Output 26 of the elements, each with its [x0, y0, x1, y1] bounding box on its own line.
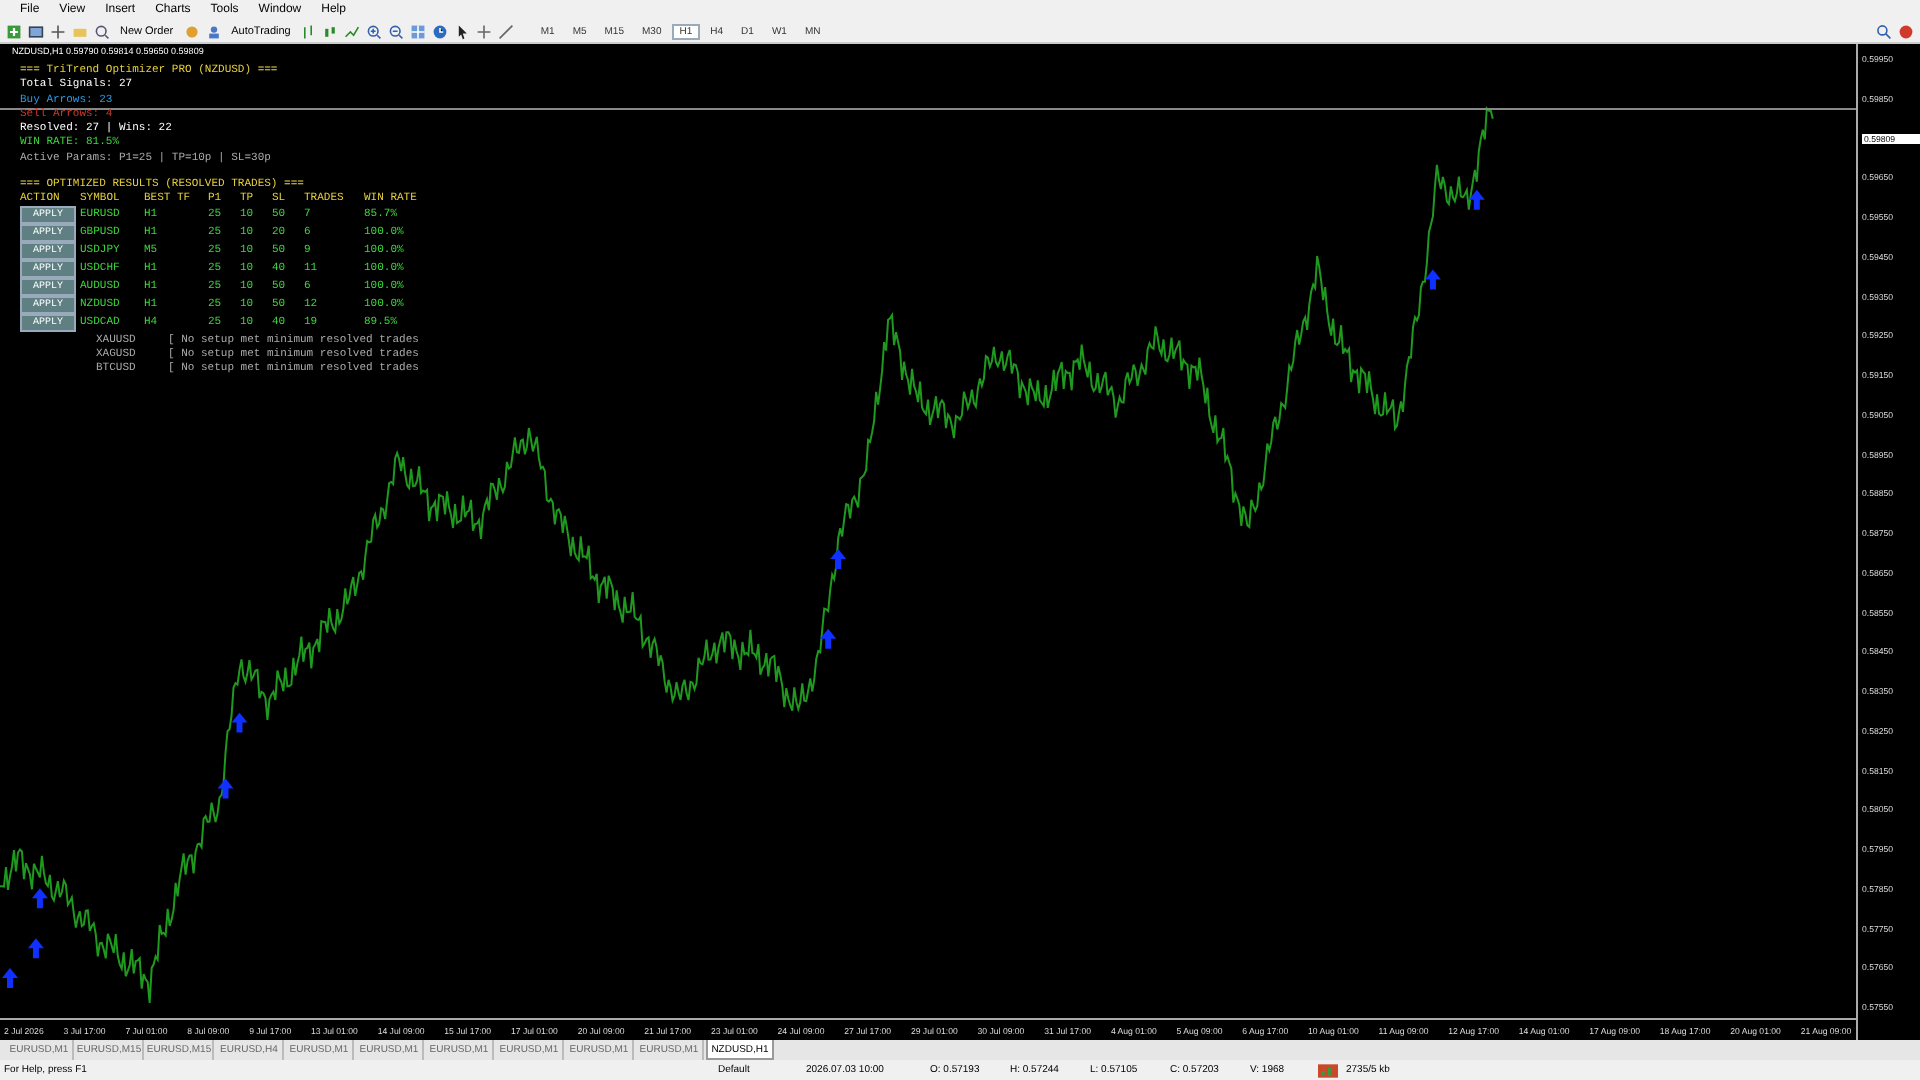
- window-icon[interactable]: [28, 23, 44, 39]
- buy-arrow-icon: [31, 888, 48, 909]
- zoom-icon[interactable]: [94, 23, 110, 39]
- buy-arrow-icon: [2, 968, 18, 989]
- plus-icon[interactable]: [6, 23, 22, 39]
- bar-chart-icon[interactable]: [300, 23, 317, 39]
- buy-arrow-icon: [1424, 269, 1441, 290]
- buy-arrow-icon: [231, 712, 248, 733]
- alert-icon[interactable]: [1898, 23, 1914, 39]
- line-chart-icon[interactable]: [344, 23, 361, 39]
- buy-arrow-icon: [27, 938, 44, 959]
- grid-icon[interactable]: [410, 23, 427, 39]
- buy-arrow-icon: [1468, 189, 1485, 210]
- buy-arrow-icon: [830, 548, 847, 569]
- connection-icon: [1318, 1063, 1338, 1077]
- zoom-in-icon[interactable]: [366, 23, 383, 39]
- cursor-icon[interactable]: [454, 23, 471, 39]
- candles-icon[interactable]: [322, 23, 339, 39]
- search-icon[interactable]: [1876, 23, 1892, 39]
- buy-arrow-icon: [820, 628, 837, 649]
- crosshair-icon[interactable]: [50, 23, 66, 39]
- person-icon[interactable]: [205, 23, 222, 39]
- buy-arrow-icon: [217, 778, 234, 799]
- clock-icon[interactable]: [432, 23, 449, 39]
- zoom-out-icon[interactable]: [388, 23, 405, 39]
- trendline-icon[interactable]: [498, 23, 515, 39]
